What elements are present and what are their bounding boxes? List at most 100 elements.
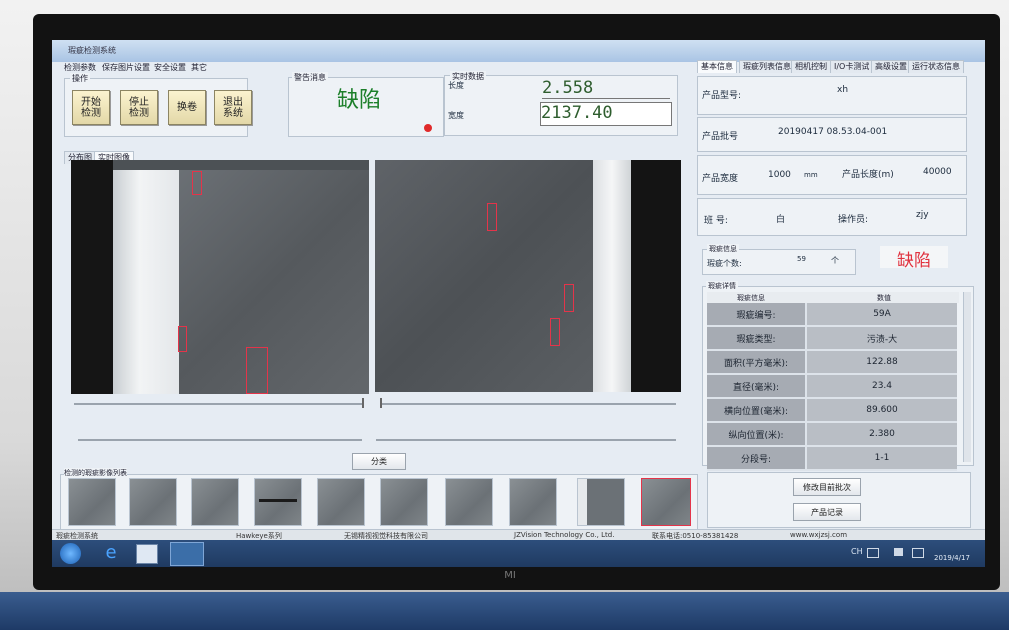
modify-batch-button[interactable]: 修改目前批次 [793, 478, 861, 496]
defect-thumbnail[interactable] [317, 478, 365, 526]
product-records-button[interactable]: 产品记录 [793, 503, 861, 521]
menu-item[interactable]: 保存图片设置 [102, 62, 150, 73]
defect-table-header: 瑕疵信息 数值 [707, 292, 959, 303]
monitor-stand-table [0, 592, 1009, 630]
product-batch-label: 产品批号 [702, 132, 739, 142]
app-screen: 瑕疵检测系统 检测参数 保存图片设置 安全设置 其它 操作 开始 检测 停止 检测 … [52, 40, 985, 567]
operator-label: 操作员: [838, 215, 869, 225]
defect-info-label: 瑕疵信息 [707, 244, 739, 254]
right-zoom-slider[interactable] [376, 439, 676, 441]
defect-marker[interactable] [564, 284, 574, 312]
shift-value: 白 [776, 215, 786, 225]
menu-bar: 检测参数 保存图片设置 安全设置 其它 [52, 62, 692, 74]
operator-value: zjy [916, 210, 929, 220]
defect-thumbnail[interactable] [445, 478, 493, 526]
change-roll-button[interactable]: 换卷 [168, 90, 206, 125]
tab-advanced[interactable]: 高级设置 [871, 60, 911, 73]
defect-thumbnail-selected[interactable] [641, 478, 691, 526]
width-value: 2137.40 [540, 102, 672, 126]
shift-label: 班 号: [704, 216, 728, 226]
alarm-indicator-icon [424, 124, 432, 132]
width-label: 宽度 [448, 111, 464, 120]
table-row: 瑕疵编号: 59A [707, 303, 957, 327]
exit-system-button[interactable]: 退出 系统 [214, 90, 252, 125]
thumbnails-label: 检测的瑕疵影像列表 [64, 468, 127, 478]
defect-marker[interactable] [550, 318, 560, 346]
left-scroll-handle[interactable] [362, 398, 364, 408]
table-row: 面积(平方毫米): 122.88 [707, 350, 957, 375]
defect-status: 缺陷 [880, 246, 948, 271]
window-title: 瑕疵检测系统 [68, 46, 116, 55]
defect-detail-label: 瑕疵详情 [706, 281, 738, 291]
tab-run-status[interactable]: 运行状态信息 [908, 60, 964, 73]
menu-item[interactable]: 其它 [191, 62, 207, 73]
app-taskbar-icon[interactable] [170, 542, 204, 566]
tab-io-test[interactable]: I/O卡测试 [830, 60, 874, 73]
product-width-label: 产品宽度 [702, 174, 739, 184]
defect-thumbnail[interactable] [509, 478, 557, 526]
table-row: 分段号: 1-1 [707, 446, 957, 471]
volume-icon[interactable] [894, 548, 903, 556]
defect-marker[interactable] [178, 326, 187, 352]
browser-icon[interactable]: e [100, 543, 122, 563]
clock-date: 2019/4/17 [934, 554, 970, 562]
tab-defect-list[interactable]: 瑕疵列表信息 [739, 60, 795, 73]
defect-marker[interactable] [487, 203, 497, 231]
defect-count-unit: 个 [831, 256, 839, 265]
start-detection-button[interactable]: 开始 检测 [72, 90, 110, 125]
camera-image-right [375, 160, 681, 392]
tab-basic-info[interactable]: 基本信息 [697, 60, 737, 73]
language-indicator[interactable]: CH [851, 547, 863, 556]
table-header-key: 瑕疵信息 [737, 294, 765, 302]
defect-thumbnail[interactable] [129, 478, 177, 526]
table-header-value: 数值 [877, 294, 891, 302]
product-length-label: 产品长度(m) [842, 170, 894, 180]
defect-thumbnail[interactable] [191, 478, 239, 526]
operation-label: 操作 [70, 73, 90, 84]
product-length-value: 40000 [923, 167, 952, 177]
product-batch-value: 20190417 08.53.04-001 [778, 127, 888, 137]
stop-detection-button[interactable]: 停止 检测 [120, 90, 158, 125]
defect-thumbnail[interactable] [577, 478, 625, 526]
status-text: www.wxjzsj.com [790, 531, 848, 539]
menu-item[interactable]: 检测参数 [64, 62, 96, 73]
table-row: 纵向位置(米): 2.380 [707, 422, 957, 447]
info-tabs: 基本信息 瑕疵列表信息 相机控制 I/O卡测试 高级设置 运行状态信息 [697, 60, 982, 73]
table-row: 瑕疵类型: 污渍-大 [707, 326, 957, 351]
table-row: 直径(毫米): 23.4 [707, 374, 957, 399]
network-icon[interactable] [912, 548, 924, 558]
defect-count-label: 瑕疵个数: [707, 259, 742, 268]
start-button-icon[interactable] [60, 543, 81, 564]
alarm-message: 缺陷 [337, 88, 382, 113]
taskbar: e CH 2019/4/17 [52, 540, 985, 567]
defect-thumbnail[interactable] [68, 478, 116, 526]
product-model-label: 产品型号: [702, 91, 742, 101]
length-label: 长度 [448, 81, 464, 90]
explorer-icon[interactable] [136, 544, 158, 564]
left-zoom-slider[interactable] [78, 439, 362, 441]
table-row: 横向位置(毫米): 89.600 [707, 398, 957, 423]
product-width-value: 1000 [768, 170, 791, 180]
length-value: 2.558 [542, 78, 670, 99]
monitor-logo: MI [504, 570, 516, 581]
menu-item[interactable]: 安全设置 [154, 62, 186, 73]
right-scroll-handle[interactable] [380, 398, 382, 408]
keyboard-icon[interactable] [867, 548, 879, 558]
classify-button[interactable]: 分类 [352, 453, 406, 470]
window-title-bar [52, 40, 985, 62]
defect-count-value: 59 [797, 255, 806, 263]
status-text: JZVision Technology Co., Ltd. [514, 531, 615, 539]
defect-thumbnail[interactable] [380, 478, 428, 526]
defect-marker[interactable] [192, 171, 202, 195]
alarm-label: 警告消息 [292, 72, 328, 83]
tab-camera-control[interactable]: 相机控制 [791, 60, 831, 73]
product-model-value: xh [837, 85, 849, 95]
defect-thumbnail[interactable] [254, 478, 302, 526]
defect-detail-table: 瑕疵编号: 59A 瑕疵类型: 污渍-大 面积(平方毫米): 122.88 直径(毫米… [707, 303, 957, 471]
right-image-scrollbar[interactable] [380, 403, 676, 405]
left-image-scrollbar[interactable] [74, 403, 364, 405]
defect-table-scrollbar[interactable] [963, 292, 971, 462]
product-width-unit: mm [804, 171, 818, 179]
camera-image-left [71, 160, 369, 394]
defect-marker[interactable] [246, 347, 268, 394]
